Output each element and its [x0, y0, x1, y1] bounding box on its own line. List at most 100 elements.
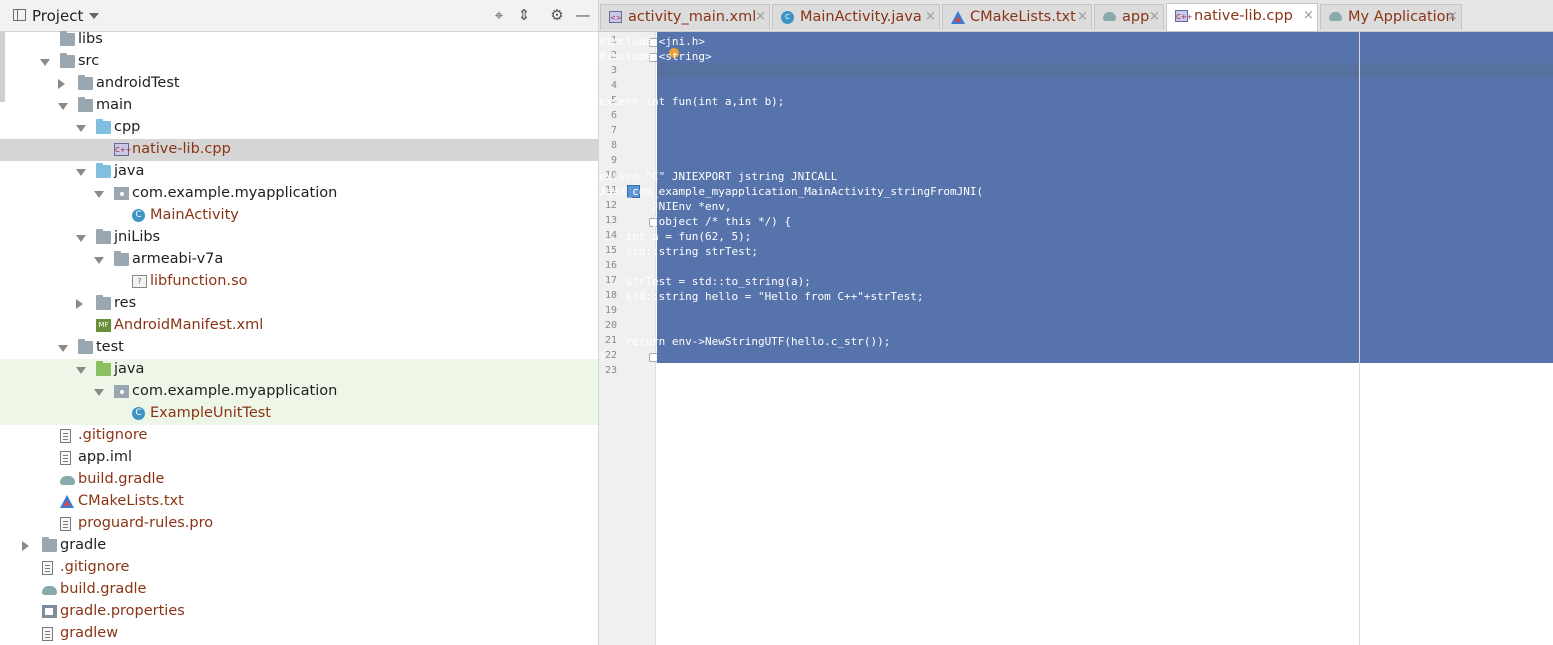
project-view-title[interactable]: Project	[32, 7, 83, 25]
close-tab-icon[interactable]: ×	[1303, 8, 1314, 23]
tree-item-label: build.gradle	[78, 471, 165, 487]
tree-item-label: MainActivity	[150, 207, 239, 223]
cpp-file-icon: C++	[1175, 10, 1193, 22]
expanded-arrow-icon[interactable]	[76, 169, 86, 176]
expanded-arrow-icon[interactable]	[58, 345, 68, 352]
code-line: jobject /* this */) {	[599, 215, 792, 228]
test-folder-icon	[96, 361, 111, 376]
tree-item[interactable]: build.gradle	[0, 469, 598, 491]
tree-item[interactable]: armeabi-v7a	[0, 249, 598, 271]
close-tab-icon[interactable]: ×	[1447, 9, 1458, 24]
expanded-arrow-icon[interactable]	[40, 59, 50, 66]
project-panel-header: Project ⌖ ⇕ ⚙ —	[0, 0, 598, 32]
expanded-arrow-icon[interactable]	[58, 103, 68, 110]
project-view-icon[interactable]	[13, 9, 26, 21]
editor-tab[interactable]: app ×	[1094, 4, 1164, 30]
expanded-arrow-icon[interactable]	[76, 125, 86, 132]
tree-item[interactable]: main	[0, 95, 598, 117]
expanded-arrow-icon[interactable]	[76, 235, 86, 242]
tree-item-label: CMakeLists.txt	[78, 493, 184, 509]
close-tab-icon[interactable]: ×	[925, 9, 936, 24]
tree-item[interactable]: gradlew	[0, 623, 598, 645]
code-editor[interactable]: 1 2 3 4 5 6 7 8 9 10 11 12 13 14 15 16 17 18 19 20 21 22 23 #i…	[599, 32, 1553, 645]
tree-item[interactable]: proguard-rules.pro	[0, 513, 598, 535]
folder-icon	[78, 339, 93, 354]
code-line: }	[599, 350, 606, 363]
text-file-icon	[42, 627, 53, 641]
package-icon	[114, 385, 129, 398]
collapsed-arrow-icon[interactable]	[76, 299, 83, 309]
tree-item[interactable]: androidTest	[0, 73, 598, 95]
tree-item[interactable]: java	[0, 161, 598, 183]
tree-item[interactable]: .gitignore	[0, 557, 598, 579]
editor-tab[interactable]: C++ native-lib.cpp ×	[1166, 3, 1318, 31]
locate-icon[interactable]: ⌖	[490, 6, 508, 24]
iml-file-icon	[60, 451, 71, 465]
class-icon: C	[132, 209, 145, 222]
tree-item[interactable]: com.example.myapplication	[0, 381, 598, 403]
folder-icon	[60, 31, 75, 46]
tree-item-label: cpp	[114, 119, 141, 135]
tree-item-label: proguard-rules.pro	[78, 515, 214, 531]
code-line: std::string strTest;	[599, 245, 758, 258]
tree-item[interactable]: com.example.myapplication	[0, 183, 598, 205]
tree-item[interactable]: cpp	[0, 117, 598, 139]
cpp-file-icon: C++	[114, 143, 132, 156]
tree-item[interactable]: MF AndroidManifest.xml	[0, 315, 598, 337]
line-number: 23	[604, 365, 617, 376]
expanded-arrow-icon[interactable]	[76, 367, 86, 374]
line-number: 6	[610, 110, 617, 121]
gradle-file-icon	[1329, 12, 1342, 21]
code-line: #include <jni.h>	[599, 35, 705, 48]
chevron-down-icon[interactable]	[89, 13, 99, 19]
gradle-file-icon	[42, 586, 57, 595]
editor-tab[interactable]: CMakeLists.txt ×	[942, 4, 1092, 30]
tree-item-label: libs	[78, 31, 103, 47]
editor-tabs: <> activity_main.xml × C MainActivity.java × C…	[599, 0, 1553, 32]
collapse-all-icon[interactable]: ⇕	[515, 6, 533, 24]
hide-panel-icon[interactable]: —	[574, 6, 592, 24]
close-tab-icon[interactable]: ×	[1149, 9, 1160, 24]
collapsed-arrow-icon[interactable]	[22, 541, 29, 551]
expanded-arrow-icon[interactable]	[94, 389, 104, 396]
tree-item-label: gradle	[60, 537, 107, 553]
tree-item-label: com.example.myapplication	[132, 383, 338, 399]
tab-label: My Application	[1348, 9, 1455, 25]
right-margin-guide	[1359, 32, 1360, 645]
tree-item[interactable]: .gitignore	[0, 425, 598, 447]
tree-item[interactable]: C ExampleUnitTest	[0, 403, 598, 425]
gear-icon[interactable]: ⚙	[548, 6, 566, 24]
tree-item-label: java	[114, 163, 145, 179]
tree-item[interactable]: test	[0, 337, 598, 359]
close-tab-icon[interactable]: ×	[755, 9, 766, 24]
tree-item[interactable]: jniLibs	[0, 227, 598, 249]
expanded-arrow-icon[interactable]	[94, 191, 104, 198]
expanded-arrow-icon[interactable]	[94, 257, 104, 264]
close-tab-icon[interactable]: ×	[1077, 9, 1088, 24]
code-line: extern "C" JNIEXPORT jstring JNICALL	[599, 170, 838, 183]
tree-item[interactable]: src	[0, 51, 598, 73]
tree-item[interactable]: gradle.properties	[0, 601, 598, 623]
tree-item[interactable]: res	[0, 293, 598, 315]
tree-item-label: main	[96, 97, 133, 113]
tree-item[interactable]: app.iml	[0, 447, 598, 469]
line-number: 20	[604, 320, 617, 331]
tree-item[interactable]: ? libfunction.so	[0, 271, 598, 293]
tree-item-label: native-lib.cpp	[132, 141, 231, 157]
tree-item[interactable]: libs	[0, 29, 598, 51]
layout-xml-icon: <>	[609, 11, 622, 23]
collapsed-arrow-icon[interactable]	[58, 79, 65, 89]
tree-item[interactable]: C MainActivity	[0, 205, 598, 227]
tree-item[interactable]: java	[0, 359, 598, 381]
code-line: std::string hello = "Hello from C++"+str…	[599, 290, 924, 303]
editor-tab[interactable]: C MainActivity.java ×	[772, 4, 940, 30]
tree-item[interactable]: build.gradle	[0, 579, 598, 601]
tree-item[interactable]: gradle	[0, 535, 598, 557]
class-icon: C	[781, 11, 794, 24]
tree-item[interactable]: C++ native-lib.cpp	[0, 139, 598, 161]
editor-tab[interactable]: My Application ×	[1320, 4, 1462, 30]
tree-item[interactable]: CMakeLists.txt	[0, 491, 598, 513]
editor-tab[interactable]: <> activity_main.xml ×	[600, 4, 770, 30]
line-number: 19	[604, 305, 617, 316]
code-line: strTest = std::to_string(a);	[599, 275, 811, 288]
